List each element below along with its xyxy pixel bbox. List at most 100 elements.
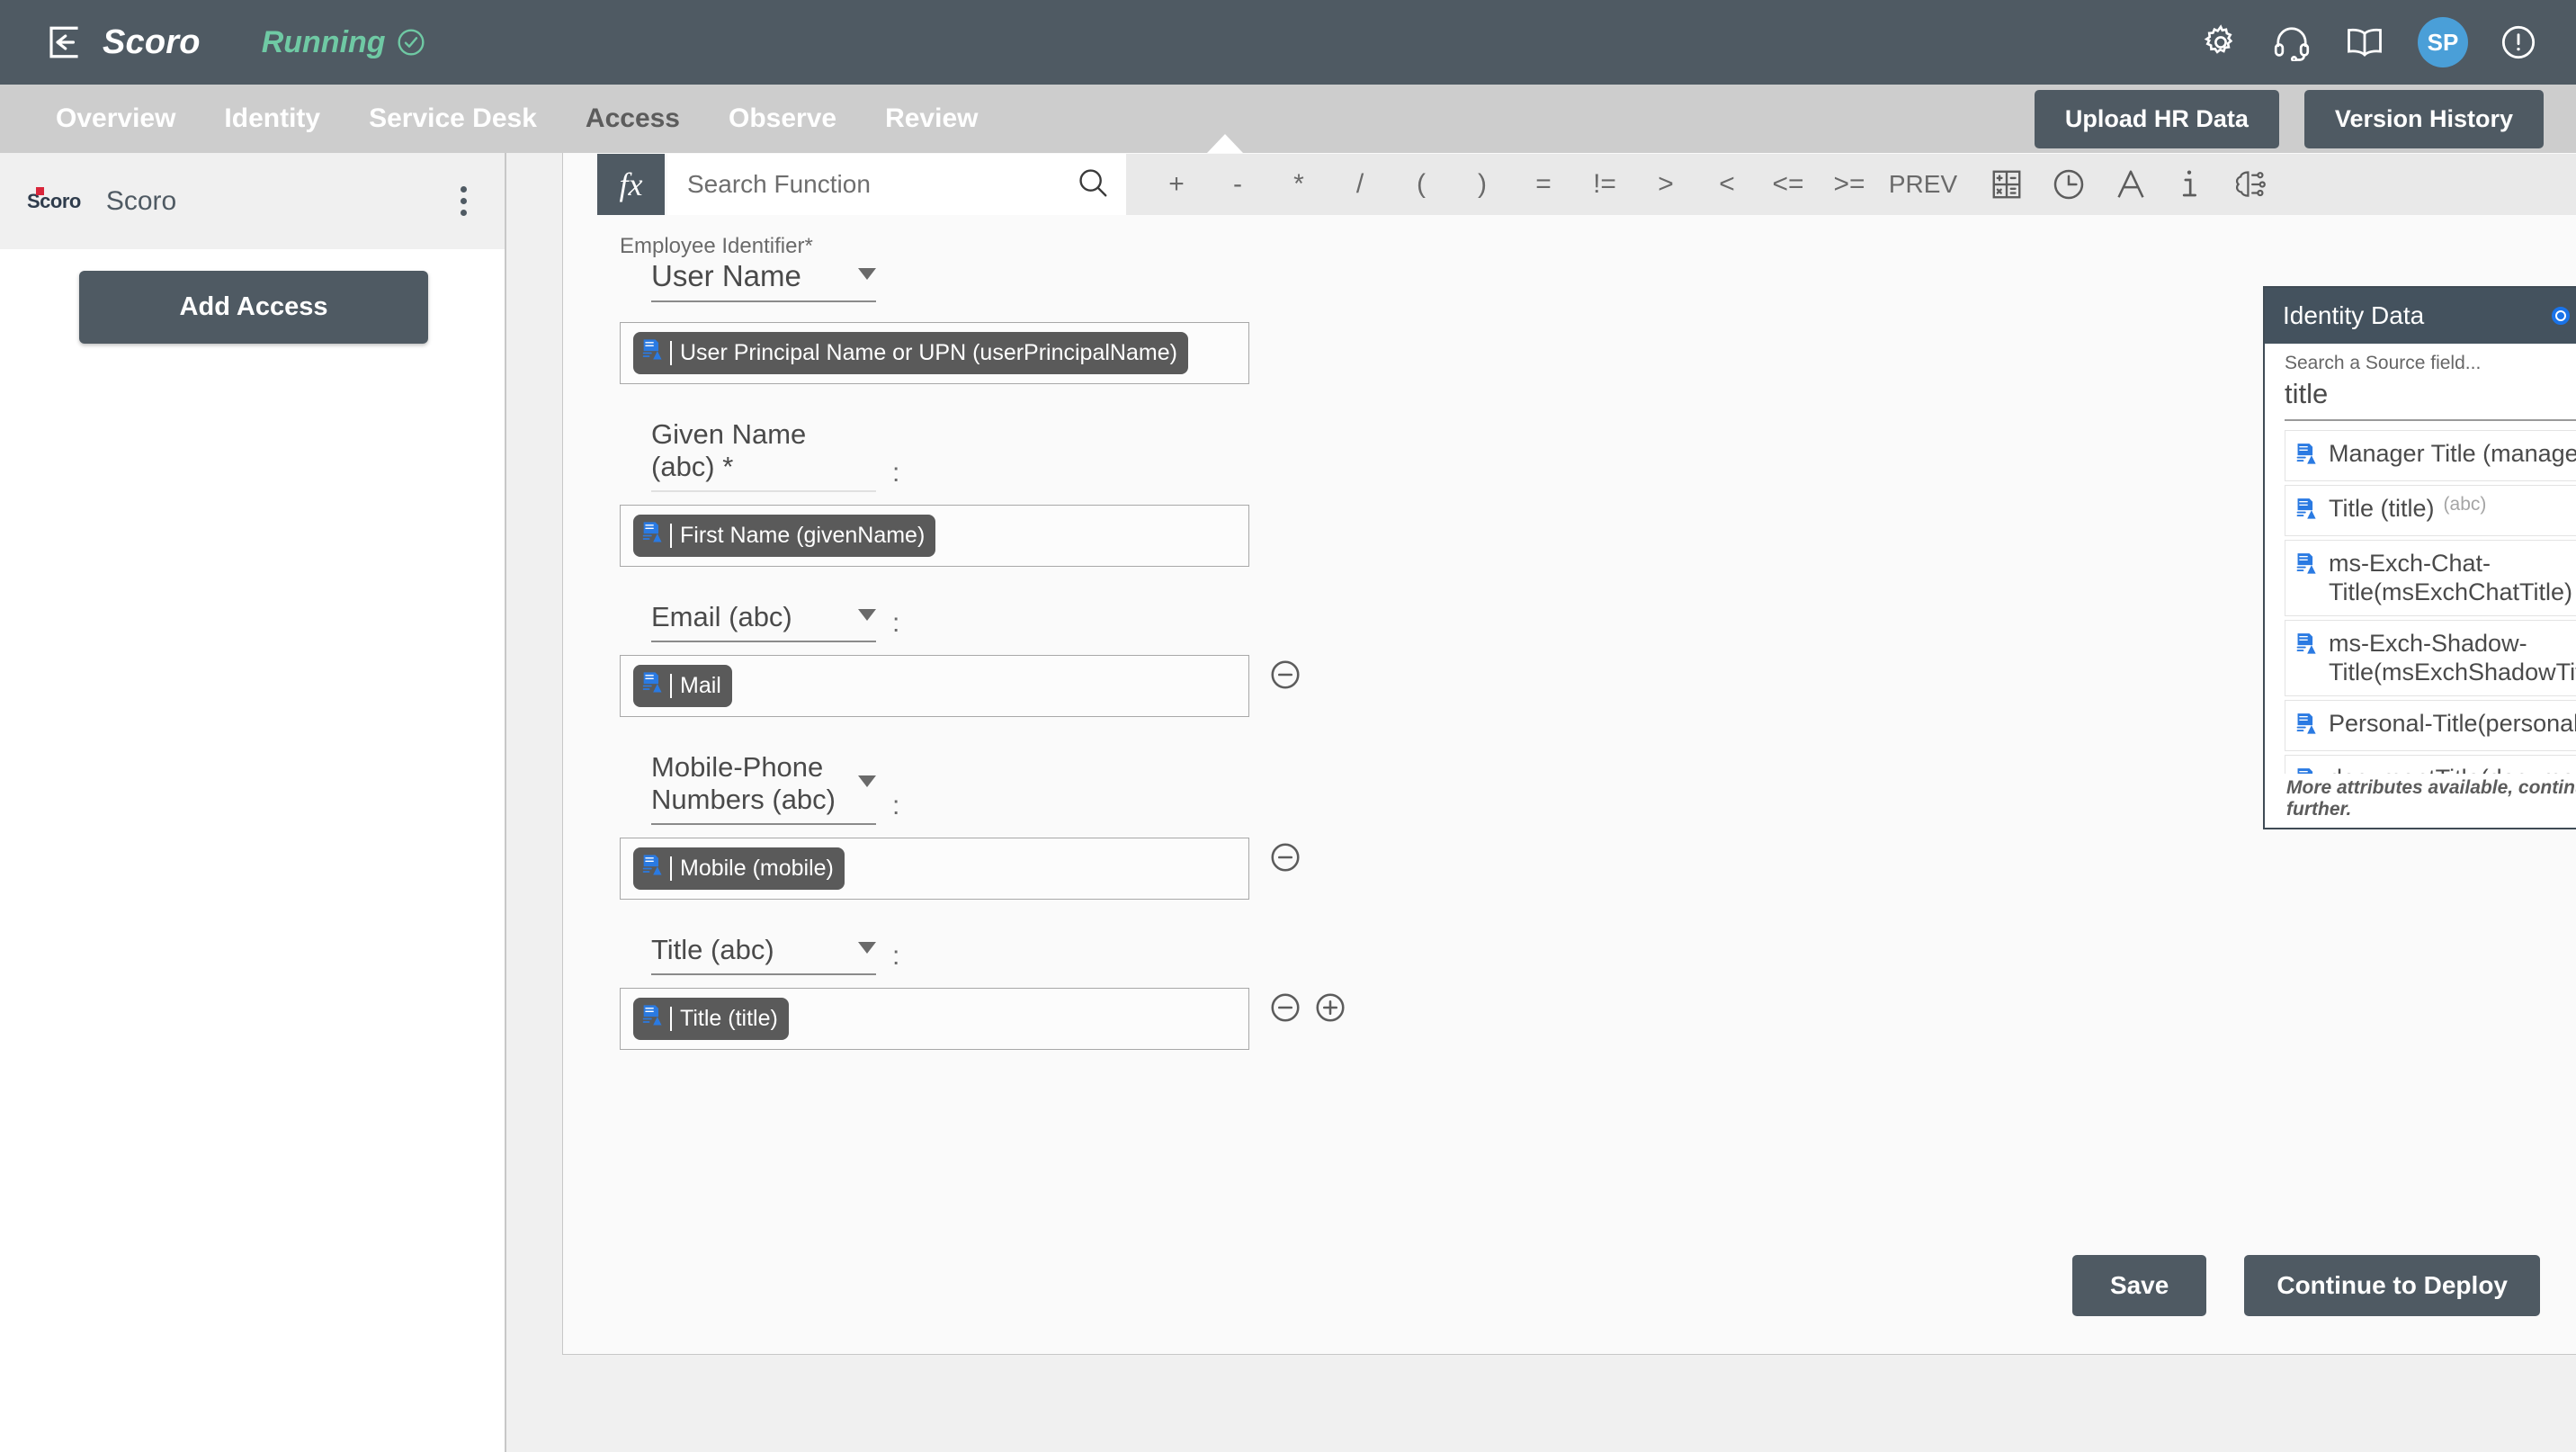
source-field-icon [640, 337, 664, 369]
mobile-select[interactable]: Mobile-Phone Numbers (abc) [651, 751, 876, 825]
search-icon[interactable] [1076, 166, 1110, 204]
title-select[interactable]: Title (abc) [651, 934, 876, 975]
calculator-icon[interactable] [1990, 167, 2024, 202]
mobile-colon: : [892, 791, 900, 820]
op-multiply[interactable]: * [1268, 169, 1329, 200]
more-vertical-icon[interactable] [455, 181, 472, 221]
formula-toolbar: fx + - * / ( ) [597, 154, 2576, 215]
info-icon[interactable] [2175, 166, 2204, 202]
op-greater[interactable]: > [1635, 169, 1696, 200]
source-field-icon [2294, 711, 2318, 742]
clock-icon[interactable] [2051, 166, 2087, 202]
active-tab-caret [1207, 134, 1243, 153]
op-paren-open[interactable]: ( [1391, 169, 1452, 200]
title-token-box[interactable]: Title (title) [620, 988, 1249, 1050]
given-name-label: Given Name (abc) * [651, 418, 807, 482]
list-item-label: Personal-Title(personalTitle) [2329, 709, 2576, 737]
add-field-button[interactable] [1314, 991, 1346, 1028]
text-format-icon[interactable] [2114, 167, 2148, 202]
list-item[interactable]: Manager Title (manager-title) (abc) [2285, 430, 2576, 481]
search-function-input[interactable] [687, 170, 1076, 199]
op-less-equal[interactable]: <= [1758, 169, 1819, 200]
title-row: Title (title) [588, 975, 2576, 1050]
alert-circle-icon[interactable] [2500, 24, 2536, 60]
token-divider [670, 674, 672, 698]
list-item[interactable]: Personal-Title(personalTitle) (abc) [2285, 699, 2576, 751]
source-list-footer: More attributes available, continue typi… [2286, 777, 2576, 820]
token-chip[interactable]: Title (title) [633, 998, 789, 1040]
fx-badge[interactable]: fx [597, 154, 665, 215]
token-chip[interactable]: Mobile (mobile) [633, 847, 845, 890]
op-plus[interactable]: + [1146, 169, 1207, 200]
mobile-label: Mobile-Phone Numbers (abc) [651, 751, 836, 815]
tab-identity[interactable]: Identity [224, 103, 320, 134]
continue-to-deploy-button[interactable]: Continue to Deploy [2244, 1255, 2540, 1316]
project-card[interactable]: Scoro Scoro [0, 153, 505, 249]
book-icon[interactable] [2344, 23, 2385, 61]
remove-field-button[interactable] [1269, 841, 1301, 878]
tab-service-desk[interactable]: Service Desk [369, 103, 537, 134]
tab-observe[interactable]: Observe [729, 103, 836, 134]
source-field-icon [2294, 551, 2318, 582]
topbar-icon-group: SP [2202, 17, 2536, 67]
token-divider [670, 1007, 672, 1031]
back-arrow-icon[interactable] [45, 23, 83, 61]
add-access-wrap: Add Access [0, 249, 505, 344]
employee-identifier-select[interactable]: User Name [651, 259, 876, 302]
list-item[interactable]: documentTitle(documentTitle) (abc) [2285, 754, 2576, 774]
list-item[interactable]: ms-Exch-Shadow-Title(msExchShadowTitle) … [2285, 619, 2576, 696]
list-item-label: Title (title) [2329, 495, 2435, 522]
radio-option-new[interactable]: New [2551, 302, 2576, 330]
tab-overview[interactable]: Overview [56, 103, 175, 134]
list-item[interactable]: Title (title) (abc) [2285, 485, 2576, 536]
token-chip[interactable]: Mail [633, 665, 732, 707]
list-item[interactable]: ms-Exch-Chat-Title(msExchChatTitle) (abc… [2285, 540, 2576, 616]
op-equal[interactable]: = [1513, 169, 1574, 200]
token-chip[interactable]: First Name (givenName) [633, 515, 936, 557]
list-item-label: documentTitle(documentTitle) [2329, 764, 2576, 774]
tab-access[interactable]: Access [586, 103, 680, 134]
top-bar: Scoro Running SP [0, 0, 2576, 85]
source-search-input[interactable]: title [2285, 374, 2576, 421]
email-label: Email (abc) [651, 601, 792, 632]
remove-field-button[interactable] [1269, 659, 1301, 695]
source-field-icon [640, 520, 664, 551]
mobile-token-box[interactable]: Mobile (mobile) [620, 838, 1249, 900]
upload-hr-data-button[interactable]: Upload HR Data [2034, 89, 2279, 148]
save-button[interactable]: Save [2071, 1255, 2207, 1316]
version-history-button[interactable]: Version History [2303, 89, 2544, 148]
token-label: Mail [680, 673, 721, 698]
chevron-down-icon [858, 267, 876, 280]
ai-brain-icon[interactable] [2231, 167, 2268, 202]
op-minus[interactable]: - [1207, 169, 1268, 200]
op-greater-equal[interactable]: >= [1819, 169, 1880, 200]
op-prev[interactable]: PREV [1880, 170, 1966, 199]
tab-review[interactable]: Review [885, 103, 978, 134]
given-name-token-box[interactable]: First Name (givenName) [620, 505, 1249, 567]
given-name-select[interactable]: Given Name (abc) * [651, 418, 876, 492]
op-divide[interactable]: / [1329, 169, 1391, 200]
avatar[interactable]: SP [2418, 17, 2468, 67]
email-select[interactable]: Email (abc) [651, 601, 876, 642]
op-paren-close[interactable]: ) [1452, 169, 1513, 200]
token-chip[interactable]: User Principal Name or UPN (userPrincipa… [633, 332, 1188, 374]
headset-icon[interactable] [2272, 23, 2312, 61]
source-search-label: Search a Source field... [2285, 353, 2482, 373]
employee-identifier-label: Employee Identifier* [620, 234, 813, 258]
op-less[interactable]: < [1696, 169, 1758, 200]
operator-bar: + - * / ( ) = != > < <= >= PREV [1126, 154, 2576, 215]
remove-field-button[interactable] [1269, 991, 1301, 1028]
email-token-box[interactable]: Mail [620, 655, 1249, 717]
op-not-equal[interactable]: != [1574, 169, 1635, 200]
status-badge: Running [262, 25, 425, 60]
token-divider [670, 856, 672, 881]
identifier-token-box[interactable]: User Principal Name or UPN (userPrincipa… [620, 322, 1249, 384]
add-access-button[interactable]: Add Access [79, 271, 428, 344]
main-content: fx + - * / ( ) [506, 134, 2576, 1452]
token-label: First Name (givenName) [680, 523, 926, 548]
gear-icon[interactable] [2202, 23, 2240, 61]
source-field-search: Search a Source field... title [2265, 344, 2576, 421]
nav-item-list: Overview Identity Service Desk Access Ob… [56, 103, 978, 134]
token-divider [670, 524, 672, 548]
body: Scoro Scoro Add Access fx Search Functio… [0, 134, 2576, 1452]
